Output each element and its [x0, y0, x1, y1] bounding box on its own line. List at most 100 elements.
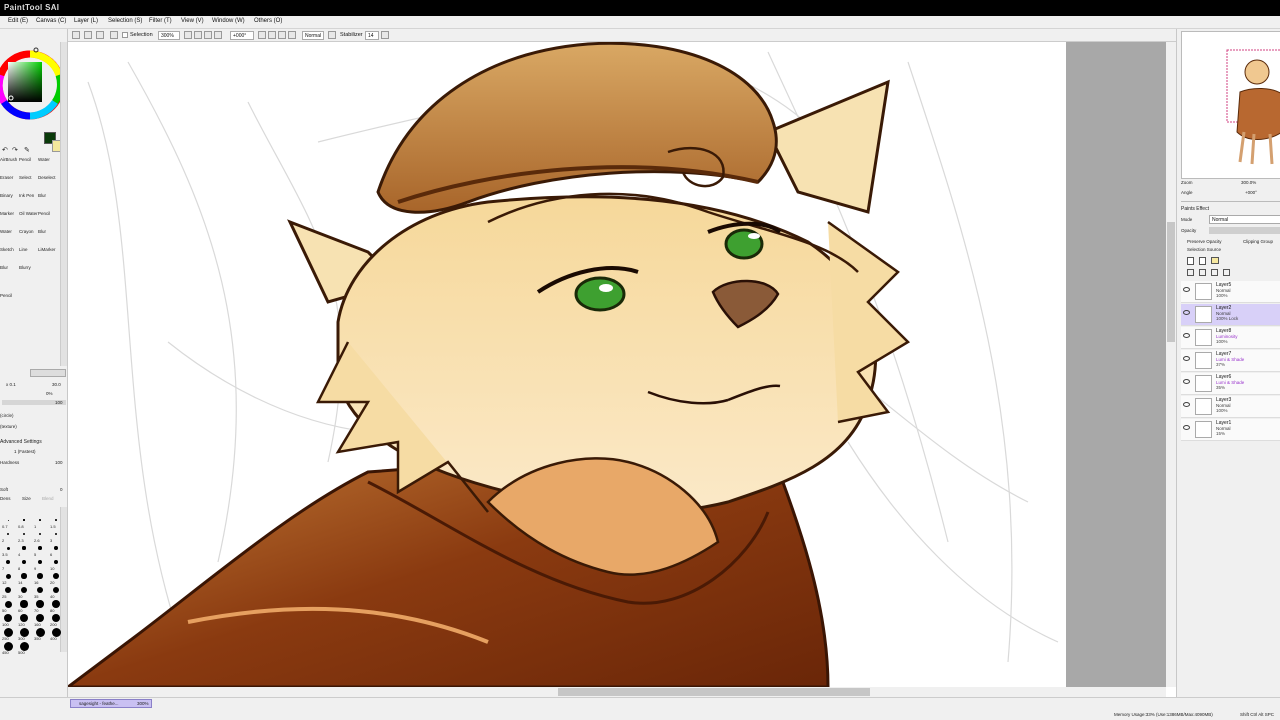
- transfer-down-icon[interactable]: [1187, 269, 1194, 276]
- menu-edit[interactable]: Edit (E): [8, 18, 28, 24]
- tool-sketch[interactable]: Sketch: [0, 247, 14, 252]
- tool-pencil-3[interactable]: Pencil: [0, 293, 12, 298]
- selection-checkbox[interactable]: [122, 32, 128, 38]
- brush-size-cell[interactable]: 1.5: [48, 515, 64, 529]
- flip-icon[interactable]: [288, 31, 296, 39]
- brush-size-cell[interactable]: 350: [32, 627, 48, 641]
- nav-zoom-value[interactable]: 300.0%: [1241, 180, 1256, 185]
- tool-marker[interactable]: Marker: [0, 211, 14, 216]
- brush-size-cell[interactable]: 6: [48, 543, 64, 557]
- brush-size-cell[interactable]: 16: [32, 571, 48, 585]
- brush-size-cell[interactable]: 12: [0, 571, 16, 585]
- eye-icon[interactable]: [1183, 356, 1190, 361]
- zoom-reset-icon[interactable]: [204, 31, 212, 39]
- selection-source-label[interactable]: Selection Source: [1187, 247, 1221, 252]
- brush-size-cell[interactable]: 35: [32, 585, 48, 599]
- rotate-left-icon[interactable]: [258, 31, 266, 39]
- tool-binary[interactable]: Binary: [0, 193, 13, 198]
- brush-size-cell[interactable]: 2.3: [16, 529, 32, 543]
- brush-size-cell[interactable]: 160: [32, 613, 48, 627]
- zoom-field[interactable]: 300%: [158, 31, 180, 40]
- menu-others[interactable]: Others (O): [254, 18, 282, 24]
- brush-size-cell[interactable]: 0.8: [16, 515, 32, 529]
- tool-select[interactable]: Select: [19, 175, 32, 180]
- brush-size-cell[interactable]: 5: [32, 543, 48, 557]
- eye-icon[interactable]: [1183, 379, 1190, 384]
- size-check-label[interactable]: Size: [22, 496, 31, 501]
- trash-icon[interactable]: [1223, 269, 1230, 276]
- new-linework-icon[interactable]: [1199, 257, 1206, 265]
- zoom-out-icon[interactable]: [184, 31, 192, 39]
- brush-shape-selector[interactable]: [30, 369, 66, 377]
- angle-field[interactable]: +000°: [230, 31, 254, 40]
- layer-row[interactable]: Layer2 Normal 100% Lock: [1181, 304, 1280, 326]
- tool-blur-3[interactable]: Blur: [0, 265, 8, 270]
- tool-deselect[interactable]: Deselect: [38, 175, 56, 180]
- brush-size-cell[interactable]: 70: [32, 599, 48, 613]
- brush-size-cell[interactable]: 120: [16, 613, 32, 627]
- navigator-preview[interactable]: [1181, 31, 1280, 179]
- invert-icon[interactable]: [84, 31, 92, 39]
- preserve-opacity-label[interactable]: Preserve Opacity: [1187, 239, 1222, 244]
- menu-selection[interactable]: Selection (S): [108, 18, 142, 24]
- brush-size-cell[interactable]: 9: [32, 557, 48, 571]
- brush-size-cell[interactable]: 250: [0, 627, 16, 641]
- eye-icon[interactable]: [1183, 287, 1190, 292]
- layer-row[interactable]: Layer5 Normal 100%: [1181, 281, 1280, 303]
- undo-icon[interactable]: ↶: [2, 146, 8, 154]
- brush-size-cell[interactable]: 100: [0, 613, 16, 627]
- brush-size-cell[interactable]: 30: [16, 585, 32, 599]
- menu-filter[interactable]: Filter (T): [149, 18, 172, 24]
- mode-select[interactable]: Normal: [1209, 215, 1280, 224]
- brush-size-cell[interactable]: 300: [16, 627, 32, 641]
- tool-water-2[interactable]: Water: [0, 229, 12, 234]
- clipping-group-label[interactable]: Clipping Group: [1243, 239, 1273, 244]
- nav-angle-value[interactable]: +000°: [1245, 190, 1257, 195]
- tool-oil-water[interactable]: Oil Water: [19, 211, 38, 216]
- layer-row[interactable]: Layer7 Lumi & Shade 37%: [1181, 350, 1280, 372]
- blend-mode-field[interactable]: Normal: [302, 31, 324, 40]
- brush-size-cell[interactable]: 20: [48, 571, 64, 585]
- deselect-icon[interactable]: [72, 31, 80, 39]
- new-folder-icon[interactable]: [1211, 257, 1219, 264]
- new-layer-icon[interactable]: [1187, 257, 1194, 265]
- blend-check-label[interactable]: Blend: [42, 496, 54, 501]
- opacity-slider[interactable]: [1209, 227, 1280, 234]
- brush-size-cell[interactable]: 0.7: [0, 515, 16, 529]
- tool-blur-2[interactable]: Blur: [38, 229, 46, 234]
- hardness-value[interactable]: 100: [55, 460, 63, 465]
- soft-value[interactable]: 0: [60, 487, 63, 492]
- brush-size-cell[interactable]: 3.5: [0, 543, 16, 557]
- quality-value[interactable]: 1 (Fastest): [14, 449, 36, 454]
- color-wheel[interactable]: [0, 42, 64, 142]
- menu-layer[interactable]: Layer (L): [74, 18, 98, 24]
- fit-icon[interactable]: [214, 31, 222, 39]
- menu-view[interactable]: View (V): [181, 18, 204, 24]
- brush-size-cell[interactable]: 25: [0, 585, 16, 599]
- layer-row[interactable]: Layer6 Lumi & Shade 35%: [1181, 373, 1280, 395]
- brush-size-cell[interactable]: 1: [32, 515, 48, 529]
- merge-down-icon[interactable]: [1199, 269, 1206, 276]
- brush-size-cell[interactable]: 500: [16, 641, 32, 655]
- clear-icon[interactable]: [96, 31, 104, 39]
- stabilizer-dropdown-icon[interactable]: [381, 31, 389, 39]
- tool-ink-pen[interactable]: Ink Pen: [19, 193, 34, 198]
- tool-crayon[interactable]: Crayon: [19, 229, 34, 234]
- tool-scrollbar[interactable]: [60, 42, 67, 366]
- brush-size-cell[interactable]: 14: [16, 571, 32, 585]
- brush-size-cell[interactable]: 450: [0, 641, 16, 655]
- texture-label[interactable]: (texture): [0, 424, 17, 429]
- menu-canvas[interactable]: Canvas (C): [36, 18, 66, 24]
- brush-size-cell[interactable]: 3: [48, 529, 64, 543]
- brush-size-cell[interactable]: 7: [0, 557, 16, 571]
- paints-effect-label[interactable]: Paints Effect: [1181, 206, 1209, 212]
- horizontal-scrollbar[interactable]: [68, 687, 1166, 697]
- clear-layer-icon[interactable]: [1211, 269, 1218, 276]
- rotate-right-icon[interactable]: [268, 31, 276, 39]
- tool-eraser[interactable]: Eraser: [0, 175, 13, 180]
- vertical-scrollbar[interactable]: [1166, 42, 1176, 687]
- brush-size-cell[interactable]: 2.6: [32, 529, 48, 543]
- brush-size-cell[interactable]: 200: [48, 613, 64, 627]
- document-tab[interactable]: sagesight - feathe... 300%: [70, 699, 152, 708]
- brush-size-cell[interactable]: 4: [16, 543, 32, 557]
